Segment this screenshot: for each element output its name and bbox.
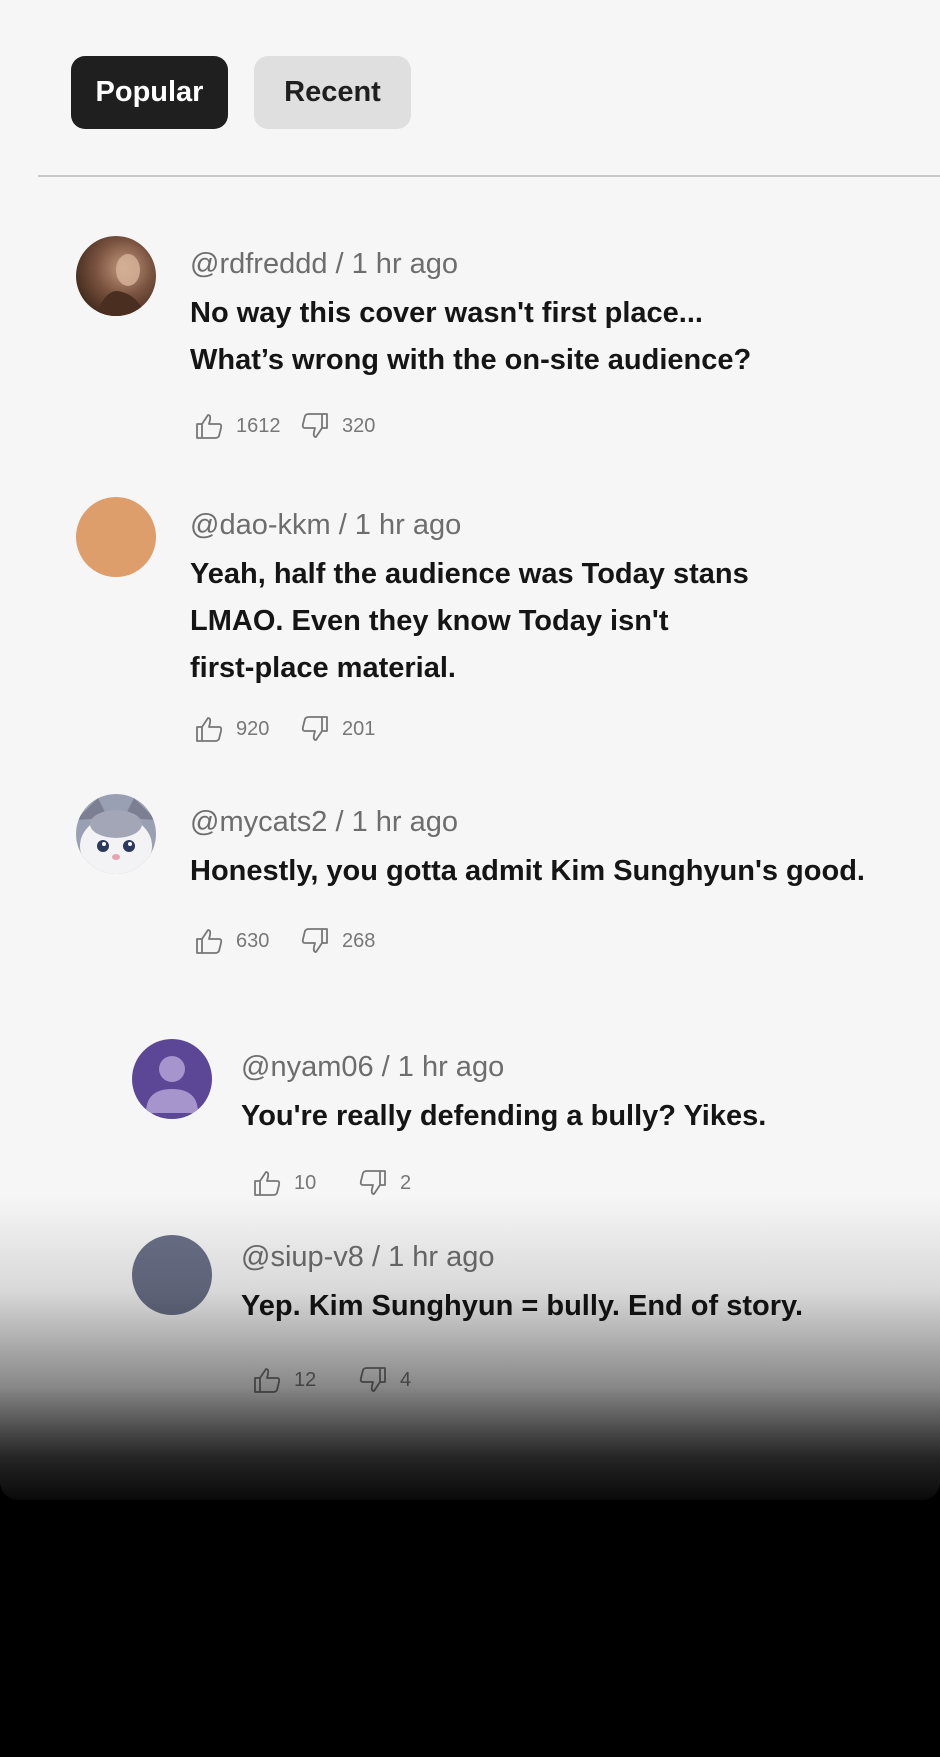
thumbs-down-icon: [301, 928, 328, 953]
dislike-button[interactable]: 2: [358, 1168, 411, 1198]
dislike-button[interactable]: 268: [300, 926, 375, 956]
dislike-button[interactable]: 201: [300, 714, 375, 744]
thumbs-down-icon: [359, 1367, 386, 1392]
like-button[interactable]: 630: [194, 926, 269, 956]
tab-popular[interactable]: Popular: [71, 56, 228, 129]
divider: [38, 175, 940, 177]
dislike-button[interactable]: 4: [358, 1365, 411, 1395]
like-count: 1612: [236, 414, 281, 437]
comment-meta: @nyam06 / 1 hr ago: [241, 1051, 505, 1083]
like-count: 10: [294, 1171, 317, 1194]
avatar[interactable]: [76, 236, 156, 316]
like-count: 920: [236, 717, 270, 740]
avatar[interactable]: [76, 794, 156, 874]
dislike-button[interactable]: 320: [300, 411, 375, 441]
comment-text-line: Yep. Kim Sunghyun = bully. End of story.: [241, 1290, 804, 1322]
default-user-icon: [146, 1056, 198, 1113]
comment-text-line: LMAO. Even they know Today isn't: [190, 605, 669, 637]
comment-meta: @siup-v8 / 1 hr ago: [241, 1241, 495, 1273]
thumbs-down-icon: [301, 716, 328, 741]
comments-panel: Popular Recent @rdfreddd / 1 hr ago No w…: [0, 0, 940, 1500]
dislike-count: 320: [342, 414, 376, 437]
comment-text-line: What’s wrong with the on-site audience?: [190, 344, 752, 376]
tab-recent[interactable]: Recent: [254, 56, 411, 129]
comment-meta: @rdfreddd / 1 hr ago: [190, 248, 459, 280]
dislike-count: 268: [342, 929, 376, 952]
thumbs-down-icon: [359, 1170, 386, 1195]
comment-text-line: No way this cover wasn't first place...: [190, 297, 703, 329]
dislike-count: 2: [400, 1171, 412, 1194]
avatar[interactable]: [76, 497, 156, 577]
cat-avatar-icon: [76, 794, 156, 874]
comment-text: You're really defending a bully? Yikes.: [241, 1093, 766, 1140]
like-button[interactable]: 12: [252, 1365, 316, 1395]
comment-text-line: Honestly, you gotta admit Kim Sunghyun's…: [190, 855, 865, 887]
dislike-count: 201: [342, 717, 376, 740]
thumbs-up-icon: [254, 1171, 281, 1196]
like-button[interactable]: 1612: [194, 411, 281, 441]
comment-text: Yep. Kim Sunghyun = bully. End of story.: [241, 1283, 803, 1330]
avatar[interactable]: [132, 1039, 212, 1119]
thumbs-down-icon: [301, 413, 328, 438]
like-count: 630: [236, 929, 270, 952]
comment-meta: @mycats2 / 1 hr ago: [190, 806, 458, 838]
comment-text-line: first-place material.: [190, 652, 456, 684]
thumbs-up-icon: [196, 929, 223, 954]
thumbs-up-icon: [196, 414, 223, 439]
comment-text: Yeah, half the audience was Today stans …: [190, 551, 749, 692]
dislike-count: 4: [400, 1368, 412, 1391]
comment-text: No way this cover wasn't first place... …: [190, 290, 751, 384]
comment-text-line: You're really defending a bully? Yikes.: [241, 1100, 767, 1132]
thumbs-up-icon: [254, 1368, 281, 1393]
like-count: 12: [294, 1368, 317, 1391]
like-button[interactable]: 10: [252, 1168, 316, 1198]
comment-meta: @dao-kkm / 1 hr ago: [190, 509, 462, 541]
comment-text: Honestly, you gotta admit Kim Sunghyun's…: [190, 848, 865, 895]
comment-text-line: Yeah, half the audience was Today stans: [190, 558, 749, 590]
like-button[interactable]: 920: [194, 714, 269, 744]
thumbs-up-icon: [196, 717, 223, 742]
avatar[interactable]: [132, 1235, 212, 1315]
